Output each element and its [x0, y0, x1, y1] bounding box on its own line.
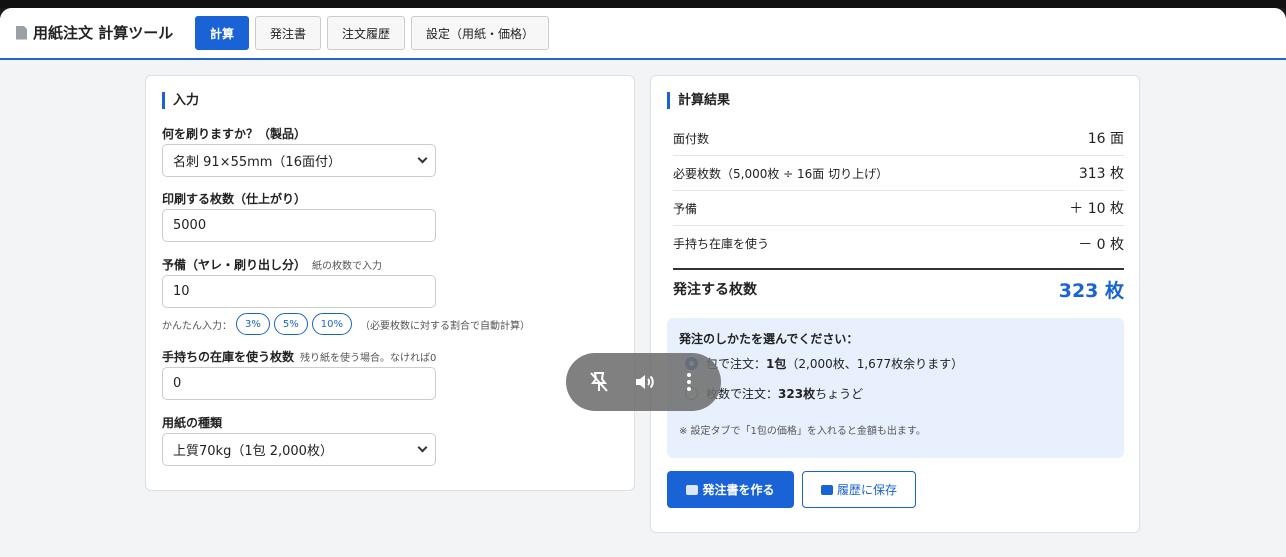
- stock-input[interactable]: 0: [162, 367, 436, 400]
- quick-10pct-button[interactable]: 10%: [311, 313, 352, 335]
- media-control-overlay: [566, 353, 721, 411]
- chevron-down-icon: [417, 442, 428, 453]
- result-row-value: － 0 枚: [1078, 236, 1124, 253]
- product-select[interactable]: 名刺 91×55mm（16面付）: [162, 144, 436, 177]
- quick-3pct-button[interactable]: 3%: [236, 313, 270, 335]
- paper-label: 用紙の種類: [162, 416, 223, 430]
- stock-input-value: 0: [173, 376, 182, 391]
- result-row: 予備 ＋ 10 枚: [673, 191, 1124, 226]
- result-row-value: 16 面: [1087, 131, 1124, 147]
- quick-5pct-button[interactable]: 5%: [273, 313, 308, 335]
- result-title: 計算結果: [667, 92, 730, 109]
- product-label: 何を刷りますか？（製品）: [162, 127, 307, 141]
- create-order-form-button[interactable]: 発注書を作る: [667, 471, 794, 508]
- product-select-value: 名刺 91×55mm（16面付）: [173, 155, 341, 170]
- floppy-disk-icon: [820, 484, 833, 495]
- stock-label: 手持ちの在庫を使う枚数 残り紙を使う場合。なければ0: [162, 348, 436, 365]
- tab-calculate[interactable]: 計算: [195, 16, 250, 50]
- app-window: 用紙注文 計算ツール 計算 発注書 注文履歴 設定（用紙・価格） 入力 何を刷り…: [0, 8, 1286, 557]
- tab-order-form[interactable]: 発注書: [255, 16, 322, 50]
- qty-input-value: 5000: [173, 218, 207, 233]
- pin-off-icon[interactable]: [586, 369, 612, 395]
- quick-input: かんたん入力： 3% 5% 10% （必要枚数に対する割合で自動計算）: [162, 313, 530, 335]
- top-edge: [0, 0, 1286, 8]
- save-history-button[interactable]: 履歴に保存: [802, 471, 916, 508]
- total-value: 323 枚: [1058, 279, 1124, 302]
- order-by-pack-label: 包で注文：1包（2,000枚、1,677枚余ります）: [706, 357, 964, 371]
- total-label: 発注する枚数: [673, 282, 757, 298]
- result-row-value: ＋ 10 枚: [1069, 201, 1124, 217]
- qty-label: 印刷する枚数（仕上がり）: [162, 192, 307, 206]
- spare-label-text: 予備（ヤレ・刷り出し分）: [162, 258, 307, 272]
- result-row-label: 面付数: [673, 131, 710, 146]
- tab-settings[interactable]: 設定（用紙・価格）: [411, 16, 550, 50]
- spare-input-value: 10: [173, 284, 190, 299]
- result-row: 面付数 16 面: [673, 121, 1124, 156]
- speaker-icon[interactable]: [631, 369, 657, 395]
- quick-note: （必要枚数に対する割合で自動計算）: [359, 320, 530, 332]
- order-method-title: 発注のしかたを選んでください：: [679, 332, 859, 346]
- order-by-pack-option[interactable]: 包で注文：1包（2,000枚、1,677枚余ります）: [685, 355, 963, 372]
- result-row-label: 予備: [673, 201, 698, 216]
- app-title: 用紙注文 計算ツール: [16, 22, 173, 43]
- tab-bar: 計算 発注書 注文履歴 設定（用紙・価格）: [195, 16, 550, 50]
- document-icon: [16, 25, 27, 40]
- total-row: 発注する枚数 323 枚: [673, 268, 1124, 308]
- more-vertical-icon[interactable]: [676, 369, 702, 395]
- spare-label: 予備（ヤレ・刷り出し分） 紙の枚数で入力: [162, 256, 382, 273]
- spare-input[interactable]: 10: [162, 275, 436, 308]
- result-row: 必要枚数（5,000枚 ÷ 16面 切り上げ） 313 枚: [673, 156, 1124, 191]
- stock-label-text: 手持ちの在庫を使う枚数: [162, 350, 295, 364]
- quick-label: かんたん入力：: [162, 320, 232, 332]
- save-history-label: 履歴に保存: [836, 483, 897, 497]
- chevron-down-icon: [417, 153, 428, 164]
- tab-order-history[interactable]: 注文履歴: [327, 16, 406, 50]
- app-header: 用紙注文 計算ツール 計算 発注書 注文履歴 設定（用紙・価格）: [0, 8, 1286, 60]
- order-by-sheet-label: 枚数で注文：323枚ちょうど: [706, 387, 864, 401]
- paper-select[interactable]: 上質70kg（1包 2,000枚）: [162, 433, 436, 466]
- order-note: ※ 設定タブで「1包の価格」を入れると金額も出ます。: [679, 426, 926, 437]
- result-card: 計算結果 面付数 16 面 必要枚数（5,000枚 ÷ 16面 切り上げ） 31…: [650, 75, 1140, 533]
- order-method-box: 発注のしかたを選んでください： 包で注文：1包（2,000枚、1,677枚余りま…: [667, 318, 1124, 458]
- result-row: 手持ち在庫を使う － 0 枚: [673, 226, 1124, 261]
- result-row-label: 手持ち在庫を使う: [673, 237, 770, 251]
- printer-icon: [686, 484, 699, 495]
- stock-hint: 残り紙を使う場合。なければ0: [300, 353, 437, 364]
- app-title-text: 用紙注文 計算ツール: [33, 24, 174, 42]
- qty-input[interactable]: 5000: [162, 209, 436, 242]
- input-title: 入力: [162, 92, 199, 109]
- paper-select-value: 上質70kg（1包 2,000枚）: [173, 444, 333, 459]
- result-row-label: 必要枚数（5,000枚 ÷ 16面 切り上げ）: [673, 166, 889, 181]
- create-order-form-label: 発注書を作る: [702, 483, 775, 497]
- spare-hint: 紙の枚数で入力: [312, 261, 383, 272]
- input-card: 入力 何を刷りますか？（製品） 名刺 91×55mm（16面付） 印刷する枚数（…: [145, 75, 635, 491]
- result-row-value: 313 枚: [1078, 166, 1124, 182]
